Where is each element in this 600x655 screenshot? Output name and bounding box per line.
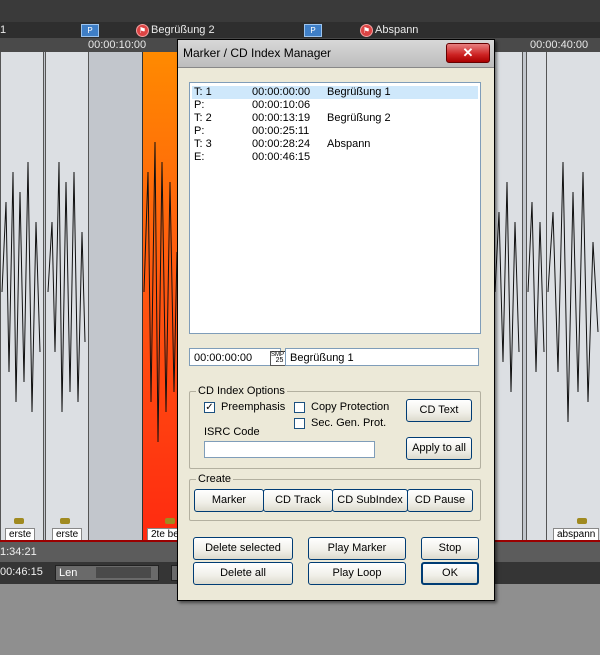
length-slider[interactable]: Len xyxy=(55,565,159,581)
marker-type: T: 1 xyxy=(194,86,212,98)
key-icon xyxy=(14,518,24,524)
marker-type: T: 3 xyxy=(194,138,212,150)
marker-cd-index-dialog: Marker / CD Index Manager ✕ T: 1 00:00:0… xyxy=(177,39,495,601)
isrc-label: ISRC Code xyxy=(204,426,260,438)
list-item[interactable]: T: 2 00:00:13:19 Begrüßung 2 xyxy=(192,112,478,125)
marker-time: 00:00:28:24 xyxy=(252,138,311,150)
isrc-input[interactable] xyxy=(204,441,375,458)
preemphasis-checkbox[interactable]: ✓ xyxy=(204,402,215,413)
ruler-tick: 00:00:40:00 xyxy=(530,39,589,51)
list-item[interactable]: P: 00:00:10:06 xyxy=(192,99,478,112)
create-cd-track-button[interactable]: CD Track xyxy=(263,489,333,512)
key-icon xyxy=(577,518,587,524)
marker-type: T: 2 xyxy=(194,112,212,124)
list-item[interactable]: T: 1 00:00:00:00 Begrüßung 1 xyxy=(192,86,478,99)
delete-all-button[interactable]: Delete all xyxy=(193,562,293,585)
copy-protection-label: Copy Protection xyxy=(311,401,390,413)
list-item[interactable]: P: 00:00:25:11 xyxy=(192,125,478,138)
key-icon xyxy=(165,518,175,524)
marker-time: 00:00:25:11 xyxy=(252,125,310,137)
key-icon xyxy=(60,518,70,524)
length-slider-track[interactable] xyxy=(96,567,151,578)
marker-label-begruessung-2[interactable]: Begrüßung 2 xyxy=(151,22,215,38)
apply-to-all-button[interactable]: Apply to all xyxy=(406,437,472,460)
stop-button[interactable]: Stop xyxy=(421,537,479,560)
marker-name: Abspann xyxy=(327,138,371,150)
cd-text-button[interactable]: CD Text xyxy=(406,399,472,422)
ruler-tick: 00:00:10:00 xyxy=(88,39,147,51)
marker-time: 00:00:10:06 xyxy=(252,99,311,111)
create-label: Create xyxy=(196,473,234,485)
list-item[interactable]: E: 00:00:46:15 xyxy=(192,151,478,164)
cd-marker-icon[interactable]: ⚑ xyxy=(360,24,373,37)
marker-type: E: xyxy=(194,151,205,163)
marker-name: Begrüßung 1 xyxy=(327,86,391,98)
dialog-titlebar[interactable]: Marker / CD Index Manager ✕ xyxy=(178,40,494,68)
length-label: Len xyxy=(59,567,78,579)
marker-label-abspann[interactable]: Abspann xyxy=(375,22,418,38)
create-cd-pause-button[interactable]: CD Pause xyxy=(407,489,473,512)
list-item[interactable]: T: 3 00:00:28:24 Abspann xyxy=(192,138,478,151)
delete-selected-button[interactable]: Delete selected xyxy=(193,537,293,560)
ok-button[interactable]: OK xyxy=(421,562,479,585)
marker-label-1[interactable]: 1 xyxy=(0,22,6,38)
dialog-title: Marker / CD Index Manager xyxy=(183,46,332,60)
cd-marker-icon[interactable]: ⚑ xyxy=(136,24,149,37)
marker-list[interactable]: T: 1 00:00:00:00 Begrüßung 1 P: 00:00:10… xyxy=(189,82,481,334)
marker-time: 00:00:00:00 xyxy=(252,86,311,98)
sec-gen-prot-label: Sec. Gen. Prot. xyxy=(311,417,387,429)
marker-time: 00:00:46:15 xyxy=(252,151,311,163)
close-icon[interactable]: ✕ xyxy=(446,43,490,63)
preemphasis-label: Preemphasis xyxy=(221,401,286,413)
length-time: 00:46:15 xyxy=(0,566,43,578)
time-input[interactable]: 00:00:00:00 SMPTE 25 xyxy=(189,348,292,366)
marker-type: P: xyxy=(194,99,205,111)
marker-name-value: Begrüßung 1 xyxy=(290,352,354,364)
marker-name-input[interactable]: Begrüßung 1 xyxy=(285,348,479,366)
marker-p-icon[interactable]: P xyxy=(304,24,322,37)
create-marker-button[interactable]: Marker xyxy=(194,489,264,512)
marker-name: Begrüßung 2 xyxy=(327,112,391,124)
play-loop-button[interactable]: Play Loop xyxy=(308,562,406,585)
time-value: 00:00:00:00 xyxy=(194,352,253,364)
copy-protection-checkbox[interactable] xyxy=(294,402,305,413)
marker-time: 00:00:13:19 xyxy=(252,112,311,124)
create-cd-subindex-button[interactable]: CD SubIndex xyxy=(332,489,408,512)
sec-gen-prot-checkbox[interactable] xyxy=(294,418,305,429)
status-time: 1:34:21 xyxy=(0,546,37,558)
marker-p-icon[interactable]: P xyxy=(81,24,99,37)
marker-type: P: xyxy=(194,125,205,137)
cd-index-options-label: CD Index Options xyxy=(196,385,287,397)
play-marker-button[interactable]: Play Marker xyxy=(308,537,406,560)
